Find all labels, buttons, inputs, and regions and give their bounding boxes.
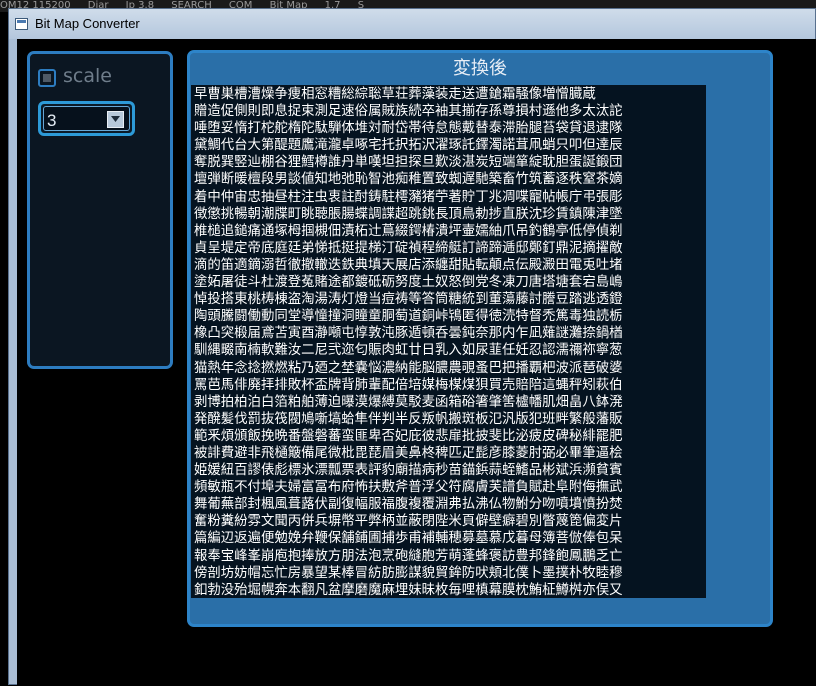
size-select-value: 3 [47, 111, 57, 130]
text-line: 発醗髪伐罰抜筏閥鳩噺塙蛤隼伴判半反叛帆搬斑板氾汎版犯班畔繁般藩販 [194, 411, 623, 427]
panel-margin [706, 85, 770, 598]
output-panel-title: 変換後 [453, 58, 507, 79]
text-line: 奮粉糞紛雰文聞丙併兵塀幣平弊柄並蔽閉陛米頁僻壁癖碧別瞥蔑箆偏変片 [194, 514, 623, 530]
text-line: 塗妬屠徒斗杜渡登菟賭途都鍍砥砺努度土奴怒倒党冬凍刀唐塔塘套宕島嶋 [194, 275, 623, 291]
text-line: 贈造促側則即息捉束測足速俗属賊族続卒袖其揃存孫尊損村遜他多太汰詑 [194, 104, 623, 120]
text-line: 橡凸突椴届鳶苫寅酉瀞噸屯惇敦沌豚遁頓呑曇鈍奈那内乍凪薙謎灘捺鍋楢 [194, 326, 623, 342]
scale-checkbox[interactable] [38, 69, 56, 87]
text-line: 舞葡蕪部封楓風葺蕗伏副復幅服福腹複覆淵弗払沸仏物鮒分吻噴墳憤扮焚 [194, 497, 623, 513]
app-window-icon [15, 18, 28, 30]
text-line: 貞呈堤定帝底庭廷弟悌抵挺提梯汀碇禎程締艇訂諦蹄逓邸鄭釘鼎泥摘擢敵 [194, 240, 623, 256]
text-line: 馴縄畷南楠軟難汝二尼弐迩匂賑肉虹廿日乳入如尿韮任妊忍認濡禰祢寧葱 [194, 343, 623, 359]
text-line: 徴懲挑暢朝潮牒町眺聴脹腸蝶調諜超跳銚長頂鳥勅捗直朕沈珍賃鎮陳津墜 [194, 206, 623, 222]
text-line: 陶頭騰闘働動同堂導憧撞洞瞳童胴萄道銅峠鴇匿得徳涜特督禿篤毒独読栃 [194, 309, 623, 325]
size-select-field[interactable]: 3 [43, 106, 130, 131]
text-line: 早曹巣槽漕燥争痩相窓糟総綜聡草荘葬藻装走送遭鎗霜騒像増憎臓蔵 [194, 87, 596, 102]
converted-text-area[interactable]: 早曹巣槽漕燥争痩相窓糟総綜聡草荘葬藻装走送遭鎗霜騒像増憎臓蔵 贈造促側則即息捉束… [191, 85, 706, 598]
text-line: 奪脱巽竪辿棚谷狸鱈樽誰丹単嘆坦担探旦歎淡湛炭短端箪綻耽胆蛋誕鍛団 [194, 155, 623, 171]
text-line: 釦勃没殆堀幌奔本翻凡盆摩磨魔麻埋妹昧枚毎哩槙幕膜枕鮪柾鱒桝亦俣又 [194, 582, 623, 598]
text-line: 範釆煩頒飯挽晩番盤磐蕃蛮匪卑否妃庇彼悲扉批披斐比泌疲皮碑秘緋罷肥 [194, 428, 623, 444]
text-line: 被誹費避非飛樋簸備尾微枇毘琵眉美鼻柊稗匹疋髭彦膝菱肘弼必畢筆逼桧 [194, 445, 623, 461]
client-area: scale 3 変換後 早曹巣槽漕燥争痩相窓糟総綜聡草荘葬藻装走送遭鎗霜騒像増憎… [17, 39, 816, 686]
size-select[interactable]: 3 [38, 101, 135, 136]
text-line: 唾堕妥惰打柁舵楕陀駄騨体堆対耐岱帯待怠態戴替泰滞胎腿苔袋貸退逮隊 [194, 121, 623, 137]
text-line: 猫熱年念捻撚燃粘乃廼之埜嚢悩濃納能脳膿農覗蚤巴把播覇杷波派琶破婆 [194, 360, 623, 376]
converted-text: 早曹巣槽漕燥争痩相窓糟総綜聡草荘葬藻装走送遭鎗霜騒像増憎臓蔵 贈造促側則即息捉束… [191, 85, 706, 598]
text-line: 頻敏瓶不付埠夫婦富冨布府怖扶敷斧普浮父符腐膚芙譜負賦赴阜附侮撫武 [194, 480, 623, 496]
scale-label[interactable]: scale [63, 65, 112, 87]
app-window: Bit Map Converter scale 3 変換後 早曹巣槽漕燥争痩相窓… [8, 8, 816, 686]
chevron-down-icon[interactable] [107, 111, 124, 128]
text-line: 篇編辺返遍便勉娩弁鞭保舗鋪圃捕歩甫補輔穂募墓慕戊暮母簿菩倣俸包呆 [194, 531, 623, 547]
settings-panel: scale 3 [27, 51, 173, 369]
text-line: 傍剖坊妨帽忘忙房暴望某棒冒紡肪膨謀貌貿鉾防吠頬北僕卜墨撲朴牧睦穆 [194, 565, 623, 581]
text-line: 報奉宝峰峯崩庖抱捧放方朋法泡烹砲縫胞芳萌蓬蜂褒訪豊邦鋒飽鳳鵬乏亡 [194, 548, 623, 564]
text-line: 悼投搭東桃梼棟盗淘湯涛灯燈当痘祷等答筒糖統到董蕩藤討謄豆踏逃透鐙 [194, 292, 623, 308]
output-panel: 変換後 早曹巣槽漕燥争痩相窓糟総綜聡草荘葬藻装走送遭鎗霜騒像増憎臓蔵 贈造促側則… [187, 50, 773, 627]
text-line: 椎槌追鎚痛通塚栂掴槻佃漬柘辻蔦綴鍔椿潰坪壷嬬紬爪吊釣鶴亭低停偵剃 [194, 223, 623, 239]
text-line: 滴的笛適鏑溺哲徹撤轍迭鉄典填天展店添纏甜貼転顛点伝殿澱田電兎吐堵 [194, 257, 623, 273]
text-line: 剥博拍柏泊白箔粕舶薄迫曝漠爆縛莫駁麦函箱硲箸肇筈櫨幡肌畑畠八鉢溌 [194, 394, 623, 410]
window-title: Bit Map Converter [35, 16, 140, 31]
text-line: 壇弾断暖檀段男談値知地弛恥智池痴稚置致蜘遅馳築畜竹筑蓄逐秩窒茶嫡 [194, 172, 623, 188]
text-line: 罵芭馬俳廃拝排敗杯盃牌背肺輩配倍培媒梅楳煤狽買売賠陪這蝿秤矧萩伯 [194, 377, 623, 393]
text-line: 姫媛紐百謬俵彪標氷漂瓢票表評豹廟描病秒苗錨鋲蒜蛭鰭品彬斌浜瀕貧賓 [194, 463, 623, 479]
title-bar[interactable]: Bit Map Converter [9, 9, 815, 39]
text-line: 着中仲宙忠抽昼柱注虫衷註酎鋳駐樗瀦猪苧著貯丁兆凋喋寵帖帳庁弔張彫 [194, 189, 623, 205]
text-line: 黛鯛代台大第醍題鷹滝瀧卓啄宅托択拓沢濯琢託鐸濁諾茸凧蛸只叩但達辰 [194, 138, 623, 154]
